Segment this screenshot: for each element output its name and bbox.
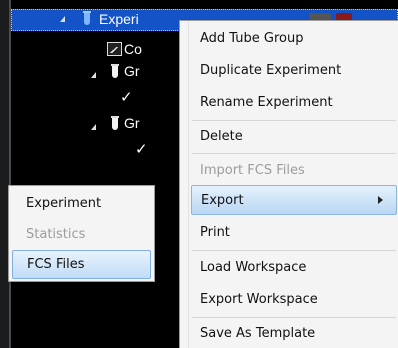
tube-icon bbox=[83, 11, 91, 25]
menu-item-duplicate-experiment[interactable]: Duplicate Experiment bbox=[191, 55, 397, 85]
expand-triangle-icon[interactable] bbox=[91, 124, 96, 130]
menu-item-rename-experiment[interactable]: Rename Experiment bbox=[191, 87, 397, 117]
check-icon: ✓ bbox=[120, 88, 133, 106]
context-menu: Add Tube Group Duplicate Experiment Rena… bbox=[179, 20, 398, 348]
menu-item-export-label: Export bbox=[201, 192, 244, 208]
menu-item-import-fcs-files[interactable]: Import FCS Files bbox=[191, 155, 397, 185]
menu-gutter bbox=[180, 21, 189, 348]
expand-triangle-icon[interactable] bbox=[91, 72, 96, 78]
menu-item-export-workspace[interactable]: Export Workspace bbox=[191, 284, 397, 314]
menu-item-export[interactable]: Export bbox=[191, 185, 397, 215]
submenu-item-statistics[interactable]: Statistics bbox=[12, 220, 151, 249]
tree-row-label: Gr bbox=[124, 115, 140, 131]
expand-triangle-icon[interactable] bbox=[60, 16, 65, 22]
tree-row-label: Gr bbox=[124, 63, 140, 79]
check-icon: ✓ bbox=[135, 140, 148, 158]
submenu-arrow-icon bbox=[378, 196, 383, 204]
menu-separator bbox=[192, 153, 396, 154]
submenu-item-fcs-files[interactable]: FCS Files bbox=[12, 250, 151, 279]
menu-item-add-tube-group[interactable]: Add Tube Group bbox=[191, 23, 397, 53]
menu-separator bbox=[192, 250, 396, 251]
tree-row-label: Co bbox=[124, 41, 142, 57]
tube-icon bbox=[111, 116, 119, 130]
menu-item-load-workspace[interactable]: Load Workspace bbox=[191, 252, 397, 282]
tree-left-edge bbox=[0, 0, 9, 348]
menu-item-save-as-template[interactable]: Save As Template bbox=[191, 318, 397, 348]
menu-item-delete[interactable]: Delete bbox=[191, 121, 397, 151]
menu-item-print[interactable]: Print bbox=[191, 217, 397, 247]
tree-left-border bbox=[9, 0, 11, 348]
tube-icon bbox=[111, 64, 119, 78]
tree-row-label: Experi bbox=[99, 11, 139, 27]
plot-icon bbox=[107, 42, 122, 56]
export-submenu: Experiment Statistics FCS Files bbox=[8, 185, 155, 282]
submenu-item-experiment[interactable]: Experiment bbox=[12, 189, 151, 218]
